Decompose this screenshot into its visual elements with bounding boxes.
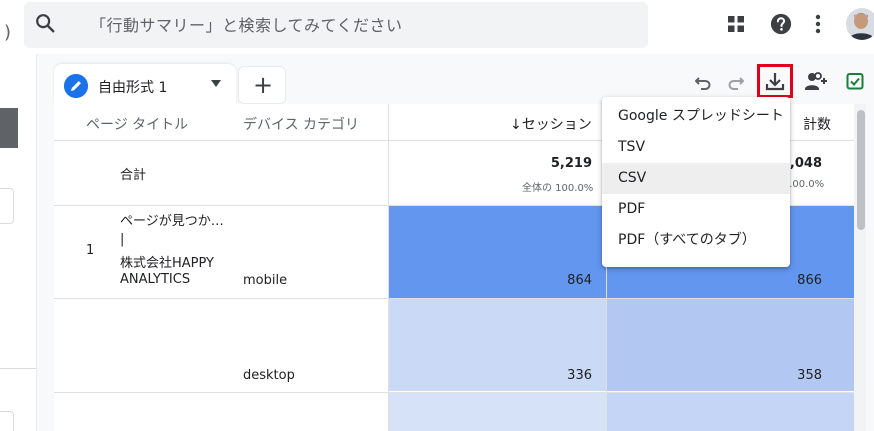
apps-grid-icon[interactable] xyxy=(727,15,745,33)
header-page-title[interactable]: ページ タイトル xyxy=(86,114,188,134)
gutter-panel-edge xyxy=(0,411,14,431)
avatar[interactable] xyxy=(846,8,874,40)
column-divider xyxy=(388,104,389,431)
redo-icon xyxy=(728,77,744,90)
totals-sessions-pct: 全体の 100.0% xyxy=(522,183,594,194)
page-title-line[interactable]: 株式会社HAPPY xyxy=(120,252,214,271)
heat-cell-views-row3 xyxy=(607,393,854,431)
download-icon[interactable] xyxy=(764,70,786,92)
totals-views-pct: 100.0% xyxy=(786,179,825,190)
search-placeholder[interactable]: 「行動サマリー」と検索してみてください xyxy=(90,12,403,36)
row-divider xyxy=(54,298,854,299)
insights-icon[interactable] xyxy=(846,72,864,90)
sessions-cell: 336 xyxy=(567,368,592,383)
gutter-panel-edge xyxy=(0,188,14,224)
header-sessions[interactable]: ↓セッション xyxy=(510,114,592,134)
views-cell: 866 xyxy=(797,273,822,288)
menu-item-csv[interactable]: CSV xyxy=(602,163,790,194)
pencil-icon[interactable] xyxy=(64,74,88,98)
download-menu: Google スプレッドシート TSV CSV PDF PDF（すべてのタブ） xyxy=(602,97,790,267)
gutter-divider xyxy=(0,368,36,369)
totals-label: 合計 xyxy=(120,168,147,183)
menu-item-tsv[interactable]: TSV xyxy=(602,132,790,163)
totals-sessions: 5,219 xyxy=(550,156,592,171)
menu-item-google-sheets[interactable]: Google スプレッドシート xyxy=(602,101,790,132)
views-cell: 358 xyxy=(797,368,822,383)
menu-item-pdf[interactable]: PDF xyxy=(602,194,790,225)
scrollbar-thumb[interactable] xyxy=(857,110,865,230)
plus-icon: + xyxy=(253,71,274,99)
top-bar: ) 「行動サマリー」と検索してみてください xyxy=(0,0,874,48)
totals-views: ,048 xyxy=(789,156,822,171)
header-views[interactable]: 計数 xyxy=(803,114,831,134)
chevron-down-icon[interactable] xyxy=(211,80,221,88)
sessions-cell: 864 xyxy=(567,273,592,288)
page-title-line[interactable]: ページが見つか… xyxy=(120,210,224,229)
left-fragment: ) xyxy=(4,22,12,43)
left-gutter xyxy=(0,48,36,431)
share-icon[interactable] xyxy=(804,70,828,92)
search-icon[interactable] xyxy=(34,12,56,34)
page-title-line[interactable]: ANALYTICS xyxy=(120,272,190,287)
help-icon[interactable] xyxy=(770,13,792,35)
device-cell: mobile xyxy=(243,273,288,288)
add-tab-button[interactable]: + xyxy=(238,66,286,104)
more-vert-icon[interactable] xyxy=(813,13,823,35)
tab-label[interactable]: 自由形式 1 xyxy=(98,77,167,97)
page-title-line[interactable]: | xyxy=(120,232,124,247)
header-device-category[interactable]: デバイス カテゴリ xyxy=(243,114,359,134)
menu-item-pdf-all-tabs[interactable]: PDF（すべてのタブ） xyxy=(602,225,790,256)
undo-icon[interactable] xyxy=(693,72,713,92)
collapse-handle[interactable] xyxy=(0,108,18,148)
row-divider xyxy=(54,392,854,393)
device-cell: desktop xyxy=(243,368,295,383)
row-index: 1 xyxy=(86,243,95,258)
heat-cell-sessions-row3 xyxy=(388,393,606,431)
